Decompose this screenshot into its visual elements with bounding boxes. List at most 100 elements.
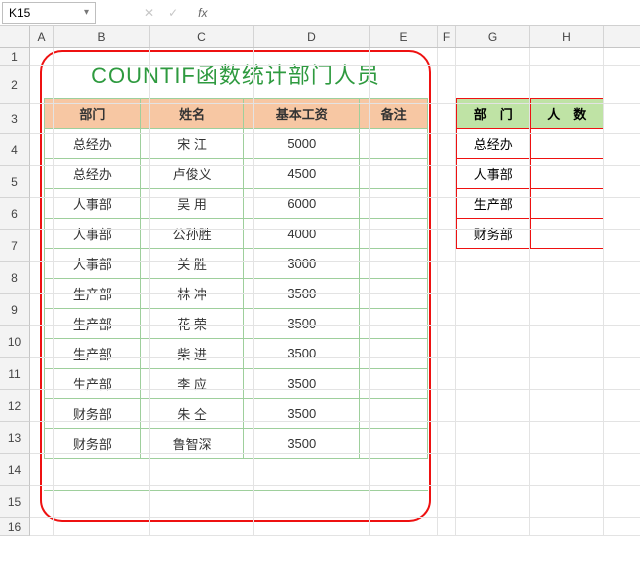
column-header[interactable]: E — [370, 26, 438, 47]
table-row[interactable]: 总经办宋 江5000 — [45, 129, 428, 159]
cell-dept[interactable]: 人事部 — [457, 159, 531, 189]
cell-dept[interactable]: 财务部 — [457, 219, 531, 249]
cell-name[interactable]: 宋 江 — [140, 129, 244, 159]
cell-count[interactable] — [530, 129, 604, 159]
fx-icon[interactable]: fx — [192, 6, 207, 20]
row-header[interactable]: 3 — [0, 104, 30, 134]
cell-note[interactable] — [360, 129, 428, 159]
row-header[interactable]: 15 — [0, 486, 30, 518]
cell-empty[interactable] — [140, 459, 244, 491]
cell-dept[interactable]: 生产部 — [457, 189, 531, 219]
cell-name[interactable]: 公孙胜 — [140, 219, 244, 249]
table-row[interactable]: 生产部林 冲3500 — [45, 279, 428, 309]
cell-name[interactable]: 朱 仝 — [140, 399, 244, 429]
cell-salary[interactable]: 3000 — [244, 249, 360, 279]
cell-dept[interactable]: 人事部 — [45, 219, 141, 249]
table-row[interactable]: 总经办卢俊义4500 — [45, 159, 428, 189]
cell-note[interactable] — [360, 219, 428, 249]
table-row[interactable]: 生产部柴 进3500 — [45, 339, 428, 369]
cell-salary[interactable]: 5000 — [244, 129, 360, 159]
table-row[interactable]: 人事部吴 用6000 — [45, 189, 428, 219]
row-header[interactable]: 8 — [0, 262, 30, 294]
cell-note[interactable] — [360, 369, 428, 399]
row-header[interactable]: 16 — [0, 518, 30, 536]
cell-note[interactable] — [360, 339, 428, 369]
table-row[interactable]: 人事部关 胜3000 — [45, 249, 428, 279]
column-header[interactable]: H — [530, 26, 604, 47]
row-header[interactable]: 10 — [0, 326, 30, 358]
cell-name[interactable]: 鲁智深 — [140, 429, 244, 459]
column-header[interactable]: B — [54, 26, 150, 47]
cell-salary[interactable]: 4500 — [244, 159, 360, 189]
cell-salary[interactable]: 6000 — [244, 189, 360, 219]
select-all-corner[interactable] — [0, 26, 30, 47]
cell-dept[interactable]: 总经办 — [457, 129, 531, 159]
col-header-dept[interactable]: 部门 — [45, 99, 141, 129]
formula-input[interactable] — [217, 2, 640, 24]
chevron-down-icon[interactable]: ▾ — [84, 7, 89, 18]
summary-header-count[interactable]: 人 数 — [530, 99, 604, 129]
column-header[interactable]: F — [438, 26, 456, 47]
cell-note[interactable] — [360, 159, 428, 189]
table-row[interactable]: 总经办 — [457, 129, 604, 159]
row-header[interactable]: 5 — [0, 166, 30, 198]
column-header[interactable]: C — [150, 26, 254, 47]
column-header[interactable]: A — [30, 26, 54, 47]
cell-name[interactable]: 吴 用 — [140, 189, 244, 219]
column-header[interactable]: G — [456, 26, 530, 47]
cell-empty[interactable] — [45, 459, 141, 491]
table-row[interactable]: 人事部 — [457, 159, 604, 189]
row-header[interactable]: 9 — [0, 294, 30, 326]
col-header-note[interactable]: 备注 — [360, 99, 428, 129]
cell-salary[interactable]: 3500 — [244, 279, 360, 309]
cell-dept[interactable]: 生产部 — [45, 279, 141, 309]
row-header[interactable]: 12 — [0, 390, 30, 422]
row-header[interactable]: 1 — [0, 48, 30, 66]
table-row[interactable]: 财务部 — [457, 219, 604, 249]
table-row[interactable]: 人事部公孙胜4000 — [45, 219, 428, 249]
cell-salary[interactable]: 3500 — [244, 399, 360, 429]
row-header[interactable]: 7 — [0, 230, 30, 262]
cell-empty[interactable] — [360, 459, 428, 491]
cell-note[interactable] — [360, 189, 428, 219]
cell-empty[interactable] — [244, 459, 360, 491]
cell-salary[interactable]: 3500 — [244, 429, 360, 459]
cells-area[interactable]: COUNTIF函数统计部门人员 部门 姓名 基本工资 备注 总经办宋 江5000… — [30, 48, 640, 536]
cell-note[interactable] — [360, 309, 428, 339]
cell-dept[interactable]: 人事部 — [45, 249, 141, 279]
row-header[interactable]: 13 — [0, 422, 30, 454]
cell-dept[interactable]: 财务部 — [45, 429, 141, 459]
cell-dept[interactable]: 总经办 — [45, 129, 141, 159]
cell-dept[interactable]: 生产部 — [45, 309, 141, 339]
name-box[interactable]: K15 ▾ — [2, 2, 96, 24]
cell-name[interactable]: 关 胜 — [140, 249, 244, 279]
cell-name[interactable]: 柴 进 — [140, 339, 244, 369]
row-header[interactable]: 2 — [0, 66, 30, 104]
cell-name[interactable]: 花 荣 — [140, 309, 244, 339]
col-header-name[interactable]: 姓名 — [140, 99, 244, 129]
table-row[interactable]: 生产部 — [457, 189, 604, 219]
cell-salary[interactable]: 3500 — [244, 339, 360, 369]
cell-count[interactable] — [530, 189, 604, 219]
row-header[interactable]: 6 — [0, 198, 30, 230]
cell-note[interactable] — [360, 429, 428, 459]
cell-dept[interactable]: 财务部 — [45, 399, 141, 429]
cell-name[interactable]: 李 应 — [140, 369, 244, 399]
cell-count[interactable] — [530, 219, 604, 249]
row-header[interactable]: 4 — [0, 134, 30, 166]
cell-salary[interactable]: 4000 — [244, 219, 360, 249]
table-row[interactable]: 生产部花 荣3500 — [45, 309, 428, 339]
column-header[interactable]: D — [254, 26, 370, 47]
table-row[interactable]: 财务部鲁智深3500 — [45, 429, 428, 459]
row-header[interactable]: 14 — [0, 454, 30, 486]
cell-count[interactable] — [530, 159, 604, 189]
table-row[interactable]: 生产部李 应3500 — [45, 369, 428, 399]
cell-dept[interactable]: 生产部 — [45, 339, 141, 369]
cell-salary[interactable]: 3500 — [244, 369, 360, 399]
table-row[interactable]: 财务部朱 仝3500 — [45, 399, 428, 429]
cell-note[interactable] — [360, 249, 428, 279]
cell-dept[interactable]: 人事部 — [45, 189, 141, 219]
cell-name[interactable]: 林 冲 — [140, 279, 244, 309]
cell-note[interactable] — [360, 279, 428, 309]
cell-salary[interactable]: 3500 — [244, 309, 360, 339]
